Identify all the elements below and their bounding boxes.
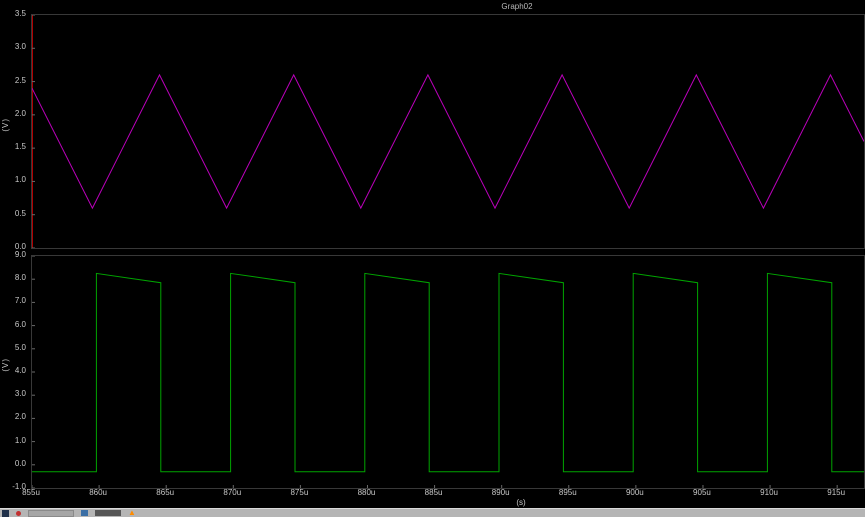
y-tick-label: 2.0 [14,412,26,422]
y-tick-label: 1.5 [14,142,26,152]
y-tick-label: 9.0 [14,250,26,259]
y-tick-label: 2.5 [14,75,26,85]
square-wave-plot[interactable] [31,255,865,489]
taskbar: ▲ [0,508,865,517]
y-tick-label: 1.0 [14,175,26,185]
y-tick-label: 0.5 [14,208,26,218]
graph-window: Graph02 (V) (V) 0.0 0.5 1.0 1.5 2.0 2.5 3.0 3.5… [0,0,865,517]
x-tick-label: 885u [424,488,443,497]
y-tick-label: 2.0 [14,108,26,118]
x-tick-label: 880u [357,488,376,497]
x-tick-label: 895u [558,488,577,497]
messages-icon[interactable] [95,510,121,516]
y-tick-label: 7.0 [14,296,26,306]
waveform-canvas [32,15,864,248]
y-axis-ticks-top: 0.0 0.5 1.0 1.5 2.0 2.5 3.0 3.5 [0,10,29,251]
waveform-canvas [32,256,864,488]
record-icon[interactable] [16,510,21,516]
y-tick-label: 3.5 [14,9,26,18]
y-axis-ticks-bottom: -1.0 0.0 1.0 2.0 3.0 4.0 5.0 6.0 7.0 8.0 9.0 [0,251,29,491]
x-tick-label: 870u [223,488,242,497]
graph-title: Graph02 [501,2,533,11]
x-tick-label: 915u [827,488,846,497]
x-tick-label: 890u [491,488,510,497]
y-tick-label: 6.0 [14,319,26,329]
x-tick-label: 910u [760,488,778,497]
y-tick-label: 8.0 [14,273,26,283]
x-axis-unit-label: (s) [516,498,526,507]
status-field [28,509,74,517]
y-tick-label: 3.0 [14,42,26,52]
triangle-wave [32,73,864,210]
chart-icon[interactable] [81,510,88,516]
x-tick-label: 875u [290,488,309,497]
x-tick-label: 855u [22,488,40,497]
x-axis-ticks: 855u 860u 865u 870u 875u 880u 885u 890u 895u 900u… [22,488,865,499]
x-tick-label: 860u [89,488,107,497]
x-tick-label: 905u [693,488,711,497]
x-tick-label: 900u [625,488,644,497]
x-tick-label: 865u [156,488,175,497]
y-tick-label: 0.0 [14,458,26,468]
y-tick-label: 4.0 [14,366,26,375]
triangle-wave-plot[interactable] [31,14,865,249]
app-icon[interactable] [2,509,9,517]
square-wave [32,272,864,473]
warning-icon[interactable]: ▲ [128,509,136,517]
y-tick-label: 3.0 [14,389,26,399]
y-tick-label: 5.0 [14,342,26,352]
y-tick-label: 1.0 [14,435,26,445]
